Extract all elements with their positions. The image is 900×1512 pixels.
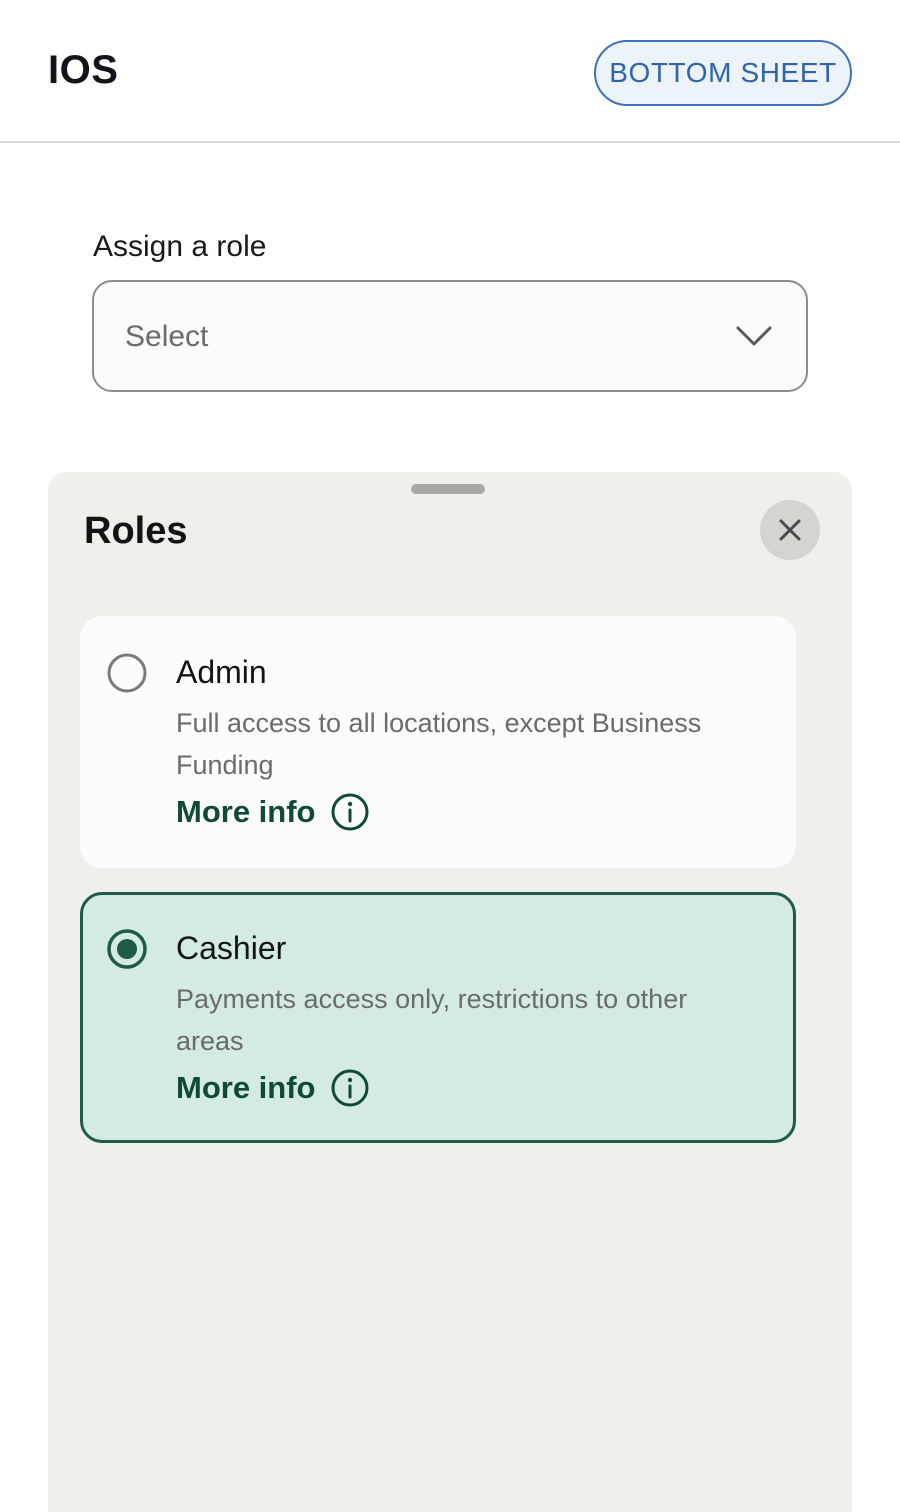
info-icon xyxy=(331,1069,368,1107)
select-placeholder: Select xyxy=(125,320,209,353)
assign-role-label: Assign a role xyxy=(93,230,267,263)
sheet-title: Roles xyxy=(84,510,188,552)
roles-bottom-sheet: Roles Admin Full access to all locations… xyxy=(48,472,852,1512)
top-bar: IOS BOTTOM SHEET xyxy=(0,0,900,143)
close-button[interactable] xyxy=(760,500,820,560)
more-info-label: More info xyxy=(176,794,316,829)
role-description: Payments access only, restrictions to ot… xyxy=(176,984,688,1056)
role-option-cashier[interactable]: Cashier Payments access only, restrictio… xyxy=(80,892,796,1143)
more-info-label: More info xyxy=(176,1070,316,1105)
chevron-down-icon xyxy=(736,326,772,346)
bottom-sheet-button[interactable]: BOTTOM SHEET xyxy=(594,40,852,106)
role-name: Admin xyxy=(176,654,267,690)
radio-unchecked-icon[interactable] xyxy=(106,652,148,694)
close-icon xyxy=(779,519,801,541)
role-select[interactable]: Select xyxy=(92,280,808,392)
radio-checked-icon[interactable] xyxy=(106,928,148,970)
info-icon xyxy=(331,793,368,831)
more-info-link[interactable]: More info xyxy=(176,1068,370,1108)
role-option-admin[interactable]: Admin Full access to all locations, exce… xyxy=(80,616,796,868)
page-title: IOS xyxy=(48,48,119,92)
drag-handle[interactable] xyxy=(411,484,485,494)
more-info-link[interactable]: More info xyxy=(176,792,370,832)
role-name: Cashier xyxy=(176,930,287,966)
role-description: Full access to all locations, except Bus… xyxy=(176,708,702,780)
